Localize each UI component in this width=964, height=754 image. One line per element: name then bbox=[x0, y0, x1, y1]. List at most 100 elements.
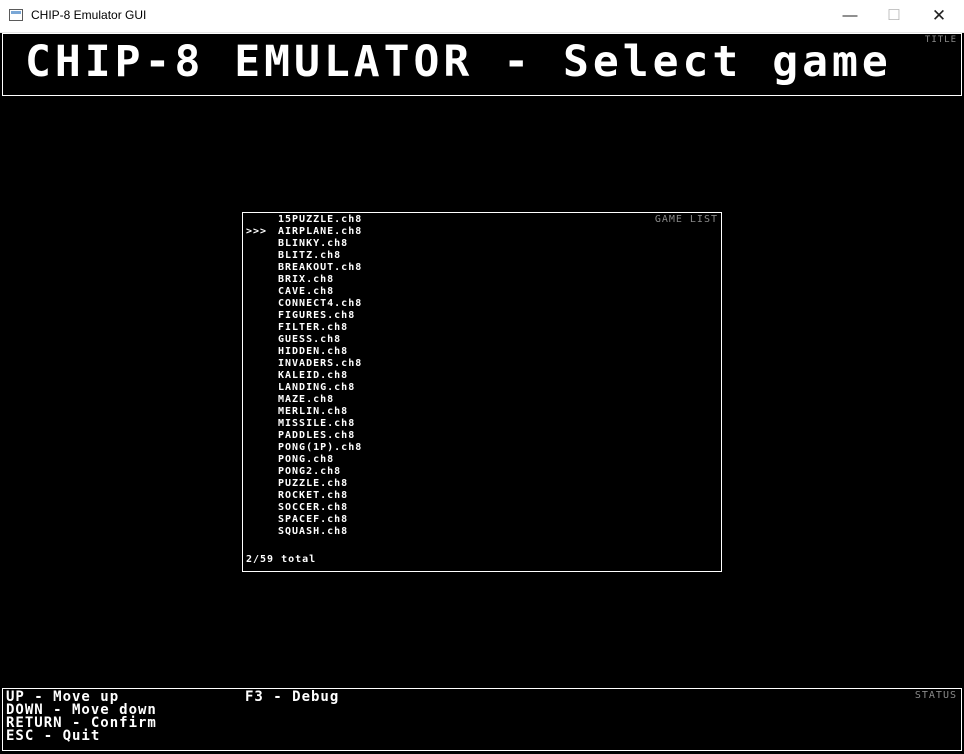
selection-cursor bbox=[246, 394, 278, 406]
game-file-name: 15PUZZLE.ch8 bbox=[278, 214, 363, 225]
game-list-item[interactable]: PONG(1P).ch8 bbox=[246, 442, 362, 454]
game-list-item[interactable]: ROCKET.ch8 bbox=[246, 490, 362, 502]
game-file-name: FIGURES.ch8 bbox=[278, 310, 356, 321]
game-list-item[interactable]: PONG.ch8 bbox=[246, 454, 362, 466]
key-help-right: F3 - Debug bbox=[245, 689, 340, 705]
game-list-item[interactable]: CONNECT4.ch8 bbox=[246, 298, 362, 310]
selection-cursor bbox=[246, 262, 278, 274]
game-file-name: SPACEF.ch8 bbox=[278, 514, 349, 525]
game-list-item[interactable]: 15PUZZLE.ch8 bbox=[246, 214, 362, 226]
game-list-item[interactable]: MAZE.ch8 bbox=[246, 394, 362, 406]
title-panel-tag: TITLE bbox=[924, 35, 957, 45]
game-file-name: MERLIN.ch8 bbox=[278, 406, 349, 417]
key-help-line: F3 - Debug bbox=[245, 689, 340, 705]
title-panel: TITLE CHIP-8 EMULATOR - Select game bbox=[2, 33, 962, 96]
game-file-name: ROCKET.ch8 bbox=[278, 490, 349, 501]
game-list-item[interactable]: HIDDEN.ch8 bbox=[246, 346, 362, 358]
game-file-name: AIRPLANE.ch8 bbox=[278, 226, 363, 237]
game-list-item[interactable]: PADDLES.ch8 bbox=[246, 430, 362, 442]
selection-cursor bbox=[246, 238, 278, 250]
selection-cursor bbox=[246, 454, 278, 466]
app-window-icon bbox=[9, 9, 23, 21]
game-file-name: CONNECT4.ch8 bbox=[278, 298, 363, 309]
game-list-tag: GAME LIST bbox=[654, 214, 718, 225]
game-count: 2/59 total bbox=[246, 554, 317, 565]
game-file-name: KALEID.ch8 bbox=[278, 370, 349, 381]
game-list-item[interactable]: BLITZ.ch8 bbox=[246, 250, 362, 262]
game-list-item[interactable]: GUESS.ch8 bbox=[246, 334, 362, 346]
selection-cursor bbox=[246, 526, 278, 538]
selection-cursor bbox=[246, 310, 278, 322]
status-panel-tag: STATUS bbox=[914, 690, 957, 701]
game-file-name: PONG.ch8 bbox=[278, 454, 335, 465]
game-file-name: SOCCER.ch8 bbox=[278, 502, 349, 513]
selection-cursor bbox=[246, 466, 278, 478]
game-list-item[interactable]: BLINKY.ch8 bbox=[246, 238, 362, 250]
selection-cursor bbox=[246, 382, 278, 394]
selection-cursor bbox=[246, 490, 278, 502]
close-button[interactable]: ✕ bbox=[916, 0, 962, 32]
game-file-name: HIDDEN.ch8 bbox=[278, 346, 349, 357]
game-file-name: INVADERS.ch8 bbox=[278, 358, 363, 369]
game-file-name: CAVE.ch8 bbox=[278, 286, 335, 297]
game-file-name: BLITZ.ch8 bbox=[278, 250, 342, 261]
game-list-item[interactable]: MISSILE.ch8 bbox=[246, 418, 362, 430]
game-list-item[interactable]: SOCCER.ch8 bbox=[246, 502, 362, 514]
selection-cursor bbox=[246, 478, 278, 490]
game-list-item[interactable]: KALEID.ch8 bbox=[246, 370, 362, 382]
selection-cursor bbox=[246, 322, 278, 334]
game-list-item[interactable]: BRIX.ch8 bbox=[246, 274, 362, 286]
game-list-item[interactable]: BREAKOUT.ch8 bbox=[246, 262, 362, 274]
page-title: CHIP-8 EMULATOR - Select game bbox=[25, 37, 892, 87]
status-panel: STATUS UP - Move up DOWN - Move down RETUR… bbox=[2, 688, 962, 751]
game-list-panel: GAME LIST 15PUZZLE.ch8 >>> AIRPLANE.ch8 BLI… bbox=[242, 212, 722, 572]
selection-cursor bbox=[246, 286, 278, 298]
game-list-item[interactable]: FILTER.ch8 bbox=[246, 322, 362, 334]
game-list-item[interactable]: PUZZLE.ch8 bbox=[246, 478, 362, 490]
game-file-name: PADDLES.ch8 bbox=[278, 430, 356, 441]
game-file-name: BLINKY.ch8 bbox=[278, 238, 349, 249]
game-file-name: PUZZLE.ch8 bbox=[278, 478, 349, 489]
selection-cursor bbox=[246, 250, 278, 262]
selection-cursor bbox=[246, 298, 278, 310]
minimize-button[interactable]: — bbox=[827, 0, 873, 32]
game-file-name: GUESS.ch8 bbox=[278, 334, 342, 345]
key-help-left: UP - Move up DOWN - Move down RETURN - Con… bbox=[6, 690, 157, 744]
game-list-item[interactable]: PONG2.ch8 bbox=[246, 466, 362, 478]
game-file-name: FILTER.ch8 bbox=[278, 322, 349, 333]
game-list: 15PUZZLE.ch8 >>> AIRPLANE.ch8 BLINKY.ch8 BLI… bbox=[246, 214, 362, 538]
selection-cursor bbox=[246, 502, 278, 514]
selection-cursor bbox=[246, 514, 278, 526]
selection-cursor bbox=[246, 274, 278, 286]
game-file-name: SQUASH.ch8 bbox=[278, 526, 349, 537]
game-list-item[interactable]: SQUASH.ch8 bbox=[246, 526, 362, 538]
selection-cursor bbox=[246, 214, 278, 226]
selection-cursor bbox=[246, 346, 278, 358]
window-titlebar: CHIP-8 Emulator GUI — ☐ ✕ bbox=[0, 0, 964, 33]
selection-cursor bbox=[246, 370, 278, 382]
game-file-name: PONG(1P).ch8 bbox=[278, 442, 363, 453]
key-help-line: ESC - Quit bbox=[6, 728, 101, 744]
game-file-name: MISSILE.ch8 bbox=[278, 418, 356, 429]
game-list-item[interactable]: INVADERS.ch8 bbox=[246, 358, 362, 370]
game-file-name: BRIX.ch8 bbox=[278, 274, 335, 285]
game-file-name: BREAKOUT.ch8 bbox=[278, 262, 363, 273]
selection-cursor bbox=[246, 406, 278, 418]
game-list-item[interactable]: >>> AIRPLANE.ch8 bbox=[246, 226, 362, 238]
selection-cursor bbox=[246, 430, 278, 442]
game-list-item[interactable]: SPACEF.ch8 bbox=[246, 514, 362, 526]
selection-cursor bbox=[246, 358, 278, 370]
selection-cursor bbox=[246, 334, 278, 346]
selection-cursor bbox=[246, 418, 278, 430]
window-title: CHIP-8 Emulator GUI bbox=[31, 8, 147, 22]
game-file-name: PONG2.ch8 bbox=[278, 466, 342, 477]
game-file-name: LANDING.ch8 bbox=[278, 382, 356, 393]
game-list-item[interactable]: MERLIN.ch8 bbox=[246, 406, 362, 418]
game-file-name: MAZE.ch8 bbox=[278, 394, 335, 405]
game-list-item[interactable]: LANDING.ch8 bbox=[246, 382, 362, 394]
selection-cursor: >>> bbox=[246, 226, 268, 237]
game-list-item[interactable]: FIGURES.ch8 bbox=[246, 310, 362, 322]
maximize-button[interactable]: ☐ bbox=[871, 0, 917, 32]
game-list-item[interactable]: CAVE.ch8 bbox=[246, 286, 362, 298]
selection-cursor bbox=[246, 442, 278, 454]
